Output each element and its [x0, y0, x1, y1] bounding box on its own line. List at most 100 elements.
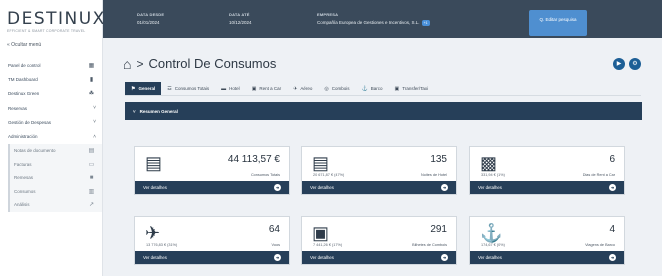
card-details-link[interactable]: Ver detalhes ➜ [302, 181, 456, 194]
logo-tagline: EFFICIENT & SMART CORPORATE TRAVEL [7, 29, 86, 33]
arrow-right-icon: ➜ [274, 254, 281, 261]
sidebar-item-label: Gestión de Despesas [8, 119, 52, 125]
date-to-label: DATA ATÉ [229, 12, 250, 17]
details-label: Ver detalhes [478, 255, 502, 260]
sidebar-item-label: Administración [8, 134, 38, 140]
card-aereo: ✈ 64 Voos 13 776,83 € (31%) Ver detalhes… [134, 216, 290, 265]
card-details-link[interactable]: Ver detalhes ➜ [470, 181, 624, 194]
card-value: 44 113,57 € [227, 154, 280, 165]
breadcrumb-separator: > [136, 56, 144, 71]
analytics-icon: ↗ [88, 202, 95, 209]
card-amount: 7 441,26 € (17%) [313, 243, 343, 247]
tab-label: Barco [370, 86, 383, 91]
dashboard-icon: ▦ [88, 62, 95, 69]
tab-general[interactable]: ⚑ General [125, 82, 162, 95]
date-to: DATA ATÉ 10/12/2024 [229, 12, 252, 25]
tab-label: General [138, 86, 156, 91]
tab-hotel[interactable]: ▬ Hotel [215, 82, 246, 95]
hide-menu-link[interactable]: « Ocultar menú [0, 33, 102, 58]
play-button[interactable]: ▶ [613, 58, 625, 70]
date-from-label: DATA DESDE [137, 12, 165, 17]
card-hotel: ▤ 135 Noites de Hotel 20 671,87 € (47%) … [301, 146, 457, 195]
card-label: Bilhetes de Combois [412, 243, 447, 247]
sidebar-item-administracion[interactable]: Administración ˄ [0, 129, 102, 143]
airplane-icon: ✈ [293, 85, 298, 92]
sidebar-item-reservas[interactable]: Reservas ˅ [0, 101, 102, 115]
card-amount: 174,67 € (0%) [481, 243, 505, 247]
card-value: 291 [430, 224, 447, 235]
logo[interactable]: DESTINUX EFFICIENT & SMART CORPORATE TRA… [0, 0, 106, 33]
breadcrumb: ⌂ > Control De Consumos [123, 56, 276, 71]
arrow-right-icon: ➜ [274, 184, 281, 191]
tab-rent-a-car[interactable]: ▣ Rent a Car [246, 82, 288, 95]
sidebar-item-analisis[interactable]: Análisis ↗ [10, 198, 102, 212]
tab-bar: ⚑ General ☲ Consumos Totais ▬ Hotel ▣ Rent a… [125, 82, 641, 96]
details-label: Ver detalhes [143, 255, 167, 260]
sidebar-item-label: Consumos [14, 188, 36, 194]
sidebar-item-label: TM Dashboard [8, 76, 38, 82]
card-barco: ⚓ 4 Viagens de Barco 174,67 € (0%) Ver d… [469, 216, 625, 265]
section-header-resumen[interactable]: ˅ Resumen General [125, 102, 642, 120]
home-icon[interactable]: ⌂ [123, 57, 131, 71]
company-label: EMPRESA [317, 12, 339, 17]
sidebar-item-remesas[interactable]: Remesas ■ [10, 171, 102, 185]
card-details-link[interactable]: Ver detalhes ➜ [135, 181, 289, 194]
sidebar-item-despesas[interactable]: Gestión de Despesas ˅ [0, 115, 102, 129]
card-amount: 13 776,83 € (31%) [146, 243, 178, 247]
chevron-down-icon: ˅ [133, 108, 136, 114]
sidebar: DESTINUX EFFICIENT & SMART CORPORATE TRA… [0, 0, 106, 276]
tab-barco[interactable]: ⚓ Barco [356, 82, 389, 95]
tab-consumos-totais[interactable]: ☲ Consumos Totais [161, 82, 215, 95]
card-amount: 20 671,87 € (47%) [313, 173, 345, 177]
sidebar-item-panel[interactable]: Panel de control ▦ [0, 58, 102, 72]
details-label: Ver detalhes [143, 185, 167, 190]
card-details-link[interactable]: Ver detalhes ➜ [135, 251, 289, 264]
tab-label: Consumos Totais [174, 86, 210, 91]
sidebar-item-notas[interactable]: Notas de documento ▤ [10, 144, 102, 158]
chevron-down-icon: ˅ [93, 105, 96, 112]
card-details-link[interactable]: Ver detalhes ➜ [302, 251, 456, 264]
card-label: Noites de Hotel [421, 173, 447, 177]
sidebar-item-label: Facturas [14, 161, 32, 167]
cart-icon: ☲ [167, 85, 172, 92]
car-icon: ▣ [251, 85, 257, 92]
card-consumos-totais: ▤ 44 113,57 € Consumos Totais Ver detalh… [134, 146, 290, 195]
sidebar-item-tm-dashboard[interactable]: TM Dashboard ▮ [0, 72, 102, 86]
tab-label: Hotel [229, 86, 240, 91]
sidebar-item-facturas[interactable]: Facturas ▭ [10, 157, 102, 171]
admin-submenu: Notas de documento ▤ Facturas ▭ Remesas ■ C… [8, 143, 102, 212]
train-icon: ▣ [312, 223, 330, 243]
company: EMPRESA Compañía Europea de Gestiones e … [317, 12, 430, 26]
sidebar-item-label: Panel de control [8, 62, 41, 68]
card-value: 4 [609, 224, 615, 235]
sidebar-item-green[interactable]: Destinux Green ☘ [0, 87, 102, 101]
sidebar-item-label: Remesas [14, 175, 34, 181]
briefcase-icon: ▮ [89, 76, 94, 83]
card-details-link[interactable]: Ver detalhes ➜ [470, 251, 624, 264]
tab-label: Aéreo [300, 86, 313, 91]
details-label: Ver detalhes [478, 185, 502, 190]
train-icon: ◎ [324, 85, 329, 92]
tab-combois[interactable]: ◎ Combois [318, 82, 355, 95]
tab-label: Combois [331, 86, 350, 91]
tab-transfer-taxi[interactable]: ▣ Transfer/Taxi [389, 82, 435, 95]
edit-search-button[interactable]: Q. Editar pesquisa [529, 10, 587, 36]
leaf-icon: ☘ [88, 91, 95, 98]
arrow-right-icon: ➜ [441, 184, 448, 191]
bed-icon: ▬ [221, 85, 227, 92]
card-value: 135 [430, 154, 447, 165]
sidebar-item-consumos[interactable]: Consumos ▥ [10, 185, 102, 199]
card-combois: ▣ 291 Bilhetes de Combois 7 441,26 € (17… [301, 216, 457, 265]
sidebar-item-label: Reservas [8, 105, 28, 111]
bed-icon: ▤ [312, 153, 330, 173]
stack-icon: ■ [89, 174, 94, 181]
chevron-down-icon: ˅ [93, 119, 96, 126]
card-label: Dias de Rent a Car [582, 173, 615, 177]
company-count-badge[interactable]: +1 [421, 20, 430, 26]
arrow-right-icon: ➜ [609, 184, 616, 191]
logo-text: DESTINUX [7, 9, 106, 29]
card-label: Viagens de Barco [585, 243, 615, 247]
card-rent-a-car: ▩ 6 Dias de Rent a Car 331,94 € (1%) Ver… [469, 146, 625, 195]
tab-aereo[interactable]: ✈ Aéreo [287, 82, 318, 95]
settings-button[interactable]: ⚙ [629, 58, 641, 70]
